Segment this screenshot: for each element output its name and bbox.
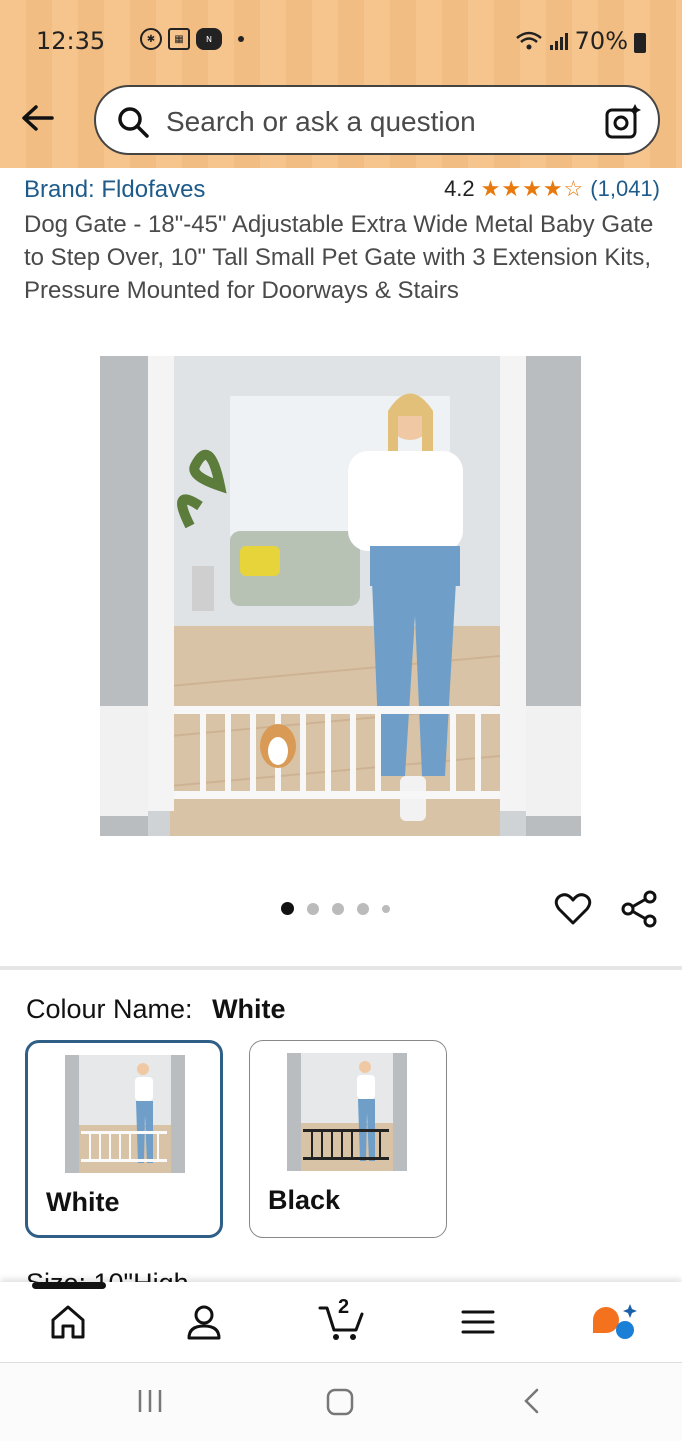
back-nav-icon[interactable] [518,1387,546,1415]
colour-label: Colour Name: [26,994,193,1024]
heart-icon[interactable] [554,890,592,928]
news-icon: N [196,28,222,50]
colour-option-label: White [46,1187,120,1217]
pager-dot[interactable] [307,902,319,915]
star-rating-icon: ★★★★☆ [480,176,585,201]
back-arrow-icon[interactable] [18,100,58,140]
colour-option-label: Black [268,1185,341,1215]
notification-icons: ✱ ▦ N [140,28,244,50]
status-time: 12:35 [36,27,106,55]
fitness-icon: ✱ [140,28,162,50]
review-count[interactable]: (1,041) [590,176,660,202]
product-photo [100,356,581,836]
pager-dot[interactable] [281,902,294,915]
swatch-image [65,1055,185,1173]
product-image[interactable] [100,356,581,836]
image-pager[interactable] [281,902,390,915]
rating-summary[interactable]: 4.2 ★★★★☆ (1,041) [444,176,660,202]
cart-count-badge: 2 [338,1296,350,1318]
recent-apps-icon[interactable] [136,1387,164,1415]
wifi-icon [515,31,542,50]
size-section-peek: Size: 10"High [26,1268,189,1282]
home-nav-icon[interactable] [325,1387,355,1417]
cart-button[interactable]: 2 [318,1296,366,1342]
battery-icon [634,33,646,53]
rating-value: 4.2 [444,176,475,201]
system-nav [0,1362,682,1441]
colour-option-black[interactable]: Black [249,1040,447,1238]
colour-name-row: Colour Name: White [26,994,286,1025]
more-notifications-dot [238,36,244,42]
pager-dot[interactable] [382,904,390,913]
status-right: 70% [515,27,646,55]
search-icon [118,107,149,138]
swatch-image [287,1053,407,1171]
share-icon[interactable] [620,890,658,928]
rufus-icon[interactable] [592,1302,638,1342]
brand-link[interactable]: Brand: Fldofaves [24,176,205,204]
battery-percent: 70% [574,27,628,55]
pager-dot[interactable] [332,902,344,915]
header: 12:35 ✱ ▦ N 70% [0,0,682,168]
search-input[interactable] [164,99,588,145]
account-icon[interactable] [184,1302,224,1342]
scroll-indicator [32,1282,106,1289]
pager-dot[interactable] [357,902,369,915]
camera-sparkle-icon[interactable] [604,103,642,141]
signal-icon [549,33,568,50]
qr-icon: ▦ [168,28,190,50]
home-icon[interactable] [48,1302,88,1342]
status-bar: 12:35 ✱ ▦ N 70% [36,22,646,62]
colour-option-white[interactable]: White [25,1040,223,1238]
section-divider [0,966,682,970]
bottom-nav: 2 [0,1282,682,1362]
product-title: Dog Gate - 18"-45" Adjustable Extra Wide… [24,211,654,304]
menu-icon[interactable] [458,1302,498,1342]
selected-colour: White [212,994,286,1024]
search-bar[interactable] [94,85,660,155]
